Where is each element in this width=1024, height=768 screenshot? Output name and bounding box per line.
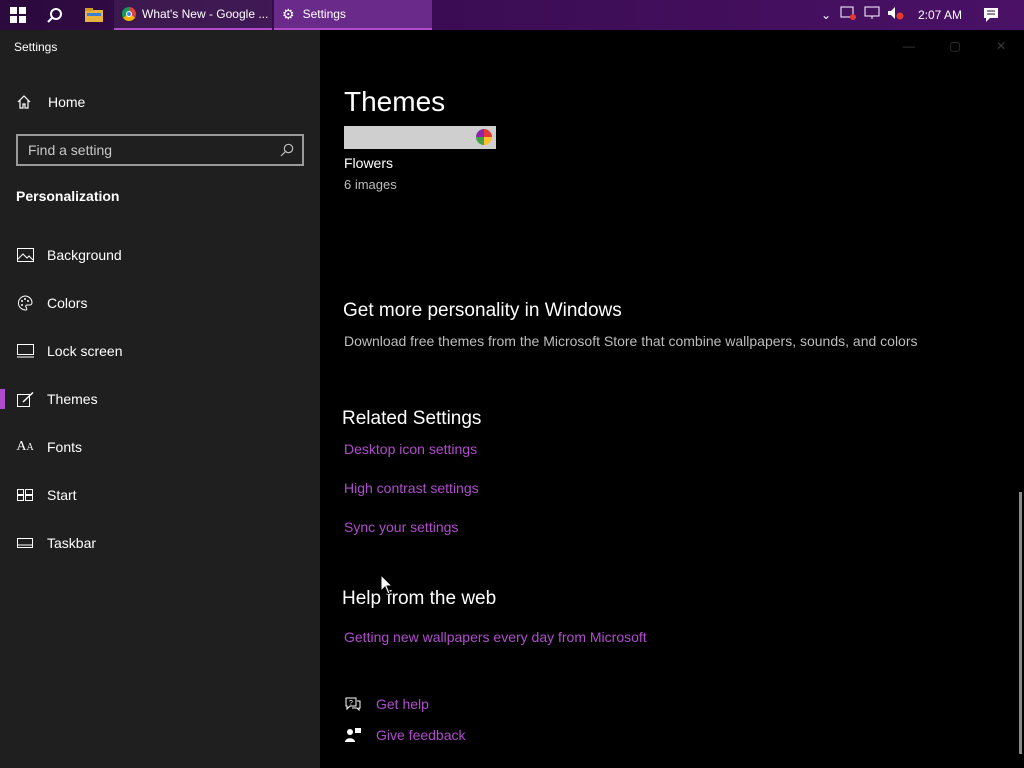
high-contrast-settings-link[interactable]: High contrast settings: [344, 480, 479, 496]
theme-thumbnail[interactable]: [344, 126, 496, 149]
volume-muted-icon[interactable]: [884, 6, 908, 25]
sync-settings-link[interactable]: Sync your settings: [344, 519, 458, 535]
search-icon: [47, 8, 62, 23]
chrome-icon: [122, 7, 136, 21]
lock-screen-icon: [16, 342, 34, 360]
sidebar-item-background[interactable]: Background: [0, 235, 320, 275]
brush-icon: [16, 390, 34, 408]
clock[interactable]: 2:07 AM: [918, 0, 962, 30]
window-controls: — ▢ ✕: [886, 30, 1024, 62]
notifications-icon: [984, 8, 998, 22]
start-icon: [16, 486, 34, 504]
feedback-icon: [344, 726, 362, 744]
start-button[interactable]: [0, 0, 36, 30]
taskbar: What's New - Google ... ⚙ Settings ⌄ 2:0…: [0, 0, 1024, 30]
sidebar-item-start[interactable]: Start: [0, 475, 320, 515]
home-icon: [17, 95, 31, 109]
taskbar-app-settings[interactable]: ⚙ Settings: [274, 0, 432, 30]
taskbar-icon: [16, 534, 34, 552]
sidebar-item-themes[interactable]: Themes: [0, 379, 320, 419]
color-wheel-icon: [476, 129, 492, 145]
taskbar-app-label: What's New - Google ...: [142, 7, 269, 21]
personality-heading: Get more personality in Windows: [343, 300, 622, 321]
sidebar-item-label: Themes: [47, 391, 98, 407]
minimize-button[interactable]: —: [886, 30, 932, 62]
mouse-cursor-icon: [380, 574, 394, 595]
search-icon[interactable]: [280, 143, 294, 157]
windows-logo-icon: [10, 7, 26, 23]
folder-icon: [85, 8, 103, 22]
sidebar-item-fonts[interactable]: AA Fonts: [0, 427, 320, 467]
file-explorer-button[interactable]: [76, 0, 112, 30]
get-help-label: Get help: [376, 696, 429, 712]
theme-name: Flowers: [344, 155, 394, 171]
search-button[interactable]: [36, 0, 74, 30]
page-title: Themes: [344, 86, 446, 117]
search-box[interactable]: [16, 134, 304, 166]
maximize-button[interactable]: ▢: [932, 30, 978, 62]
related-settings-heading: Related Settings: [342, 408, 482, 429]
help-web-heading: Help from the web: [342, 588, 497, 609]
sidebar-item-label: Start: [47, 487, 77, 503]
give-feedback-link[interactable]: Give feedback: [344, 726, 466, 744]
security-icon[interactable]: [836, 6, 860, 25]
clock-time: 2:07 AM: [918, 8, 963, 22]
scrollbar[interactable]: [1019, 492, 1022, 754]
sidebar-item-label: Background: [47, 247, 122, 263]
sidebar-item-label: Lock screen: [47, 343, 123, 359]
search-input[interactable]: [28, 142, 268, 158]
sidebar-item-label: Taskbar: [47, 535, 97, 551]
sidebar-item-taskbar[interactable]: Taskbar: [0, 523, 320, 563]
svg-text:?: ?: [349, 700, 353, 707]
font-icon: AA: [16, 439, 34, 454]
sidebar-item-label: Colors: [47, 295, 88, 311]
action-center-button[interactable]: [978, 0, 1004, 30]
system-tray: ⌄: [816, 0, 908, 30]
personality-description: Download free themes from the Microsoft …: [344, 333, 918, 349]
picture-icon: [16, 246, 34, 264]
home-nav[interactable]: Home: [16, 94, 85, 110]
sidebar-item-lock-screen[interactable]: Lock screen: [0, 331, 320, 371]
window-title: Settings: [14, 40, 58, 54]
gear-icon: ⚙: [282, 5, 295, 22]
sidebar-item-label: Fonts: [47, 439, 83, 455]
sidebar-item-colors[interactable]: Colors: [0, 283, 320, 323]
wallpapers-help-link[interactable]: Getting new wallpapers every day from Mi…: [344, 629, 647, 645]
palette-icon: [16, 294, 34, 312]
taskbar-app-chrome[interactable]: What's New - Google ...: [114, 0, 272, 30]
get-help-link[interactable]: ? Get help: [344, 695, 429, 713]
main-content: — ▢ ✕ Themes Flowers 6 images Get more p…: [320, 30, 1024, 768]
help-chat-icon: ?: [344, 695, 362, 713]
home-label: Home: [48, 94, 86, 110]
close-button[interactable]: ✕: [978, 30, 1024, 62]
give-feedback-label: Give feedback: [376, 727, 466, 743]
chevron-up-icon[interactable]: ⌄: [816, 8, 836, 22]
theme-image-count: 6 images: [344, 177, 397, 192]
taskbar-app-label: Settings: [302, 7, 346, 21]
section-title: Personalization: [16, 188, 120, 204]
desktop-icon-settings-link[interactable]: Desktop icon settings: [344, 441, 477, 457]
settings-sidebar: Settings Home Personalization Background…: [0, 30, 320, 768]
network-icon[interactable]: [860, 6, 884, 25]
